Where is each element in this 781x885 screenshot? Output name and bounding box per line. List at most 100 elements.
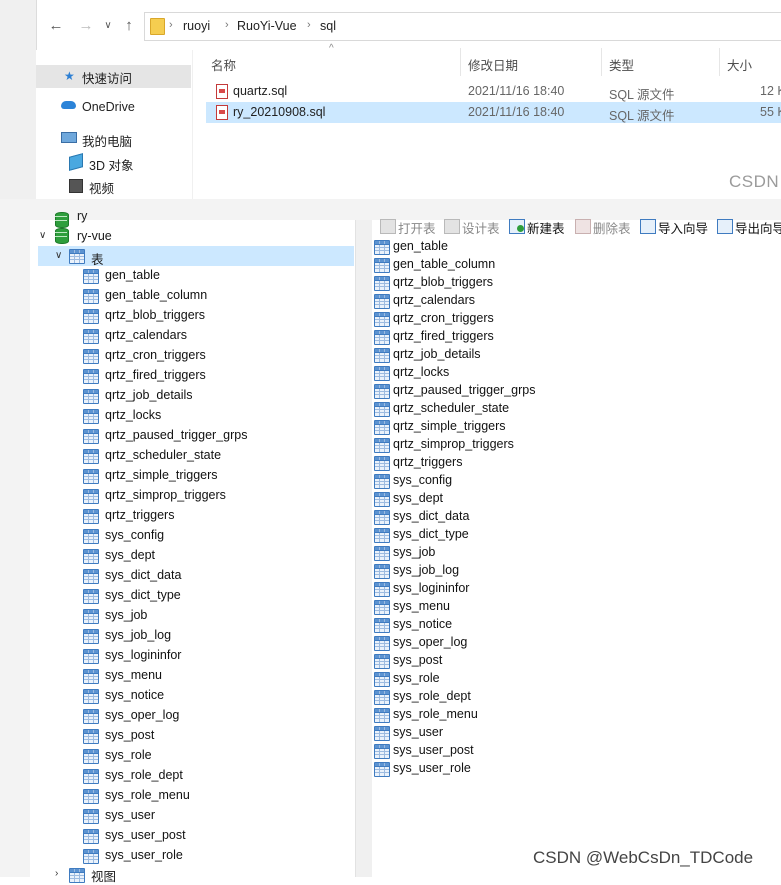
computer-icon bbox=[61, 132, 77, 143]
up-arrow-icon[interactable]: ↑ bbox=[120, 17, 138, 35]
tree-item-database-prev[interactable]: ry bbox=[77, 209, 87, 223]
tree-table-label: qrtz_paused_trigger_grps bbox=[105, 428, 248, 442]
object-table-label: qrtz_locks bbox=[393, 365, 450, 379]
tree-scrollbar[interactable] bbox=[355, 220, 373, 877]
csdn-watermark: CSDN @WebCsDn_TDCode bbox=[533, 848, 754, 867]
column-header-date[interactable]: 修改日期 bbox=[468, 55, 518, 74]
forward-arrow-icon[interactable]: → bbox=[77, 17, 95, 35]
tree-table-label: sys_job_log bbox=[105, 628, 172, 642]
table-icon bbox=[83, 809, 99, 824]
table-icon bbox=[374, 636, 390, 651]
nav-item-this-pc[interactable]: 我的电脑 bbox=[82, 131, 132, 150]
object-table-label: qrtz_calendars bbox=[393, 293, 475, 307]
tree-item-tables-label: 表 bbox=[91, 253, 104, 267]
tables-folder-icon bbox=[69, 249, 85, 264]
table-icon bbox=[83, 569, 99, 584]
column-header-name[interactable]: 名称 bbox=[211, 55, 236, 74]
csdn-watermark-top: CSDN bbox=[729, 172, 780, 191]
pane-divider[interactable] bbox=[192, 50, 193, 199]
video-icon bbox=[69, 179, 83, 193]
recent-dropdown-icon[interactable]: ∨ bbox=[99, 17, 117, 35]
column-separator[interactable] bbox=[601, 48, 602, 76]
table-icon bbox=[83, 669, 99, 684]
file-row[interactable]: quartz.sql 2021/11/16 18:40 SQL 源文件 12 K bbox=[206, 81, 781, 102]
table-icon bbox=[83, 309, 99, 324]
object-table-label: sys_notice bbox=[393, 617, 453, 631]
object-table-label: qrtz_cron_triggers bbox=[393, 311, 494, 325]
tree-table-label: sys_job bbox=[105, 608, 148, 622]
object-table-label: sys_post bbox=[393, 653, 443, 667]
tree-item-views[interactable]: 视图 bbox=[91, 866, 116, 885]
table-icon bbox=[374, 240, 390, 255]
chevron-down-icon[interactable]: ∨ bbox=[39, 230, 46, 241]
sort-ascending-icon: ^ bbox=[329, 43, 334, 54]
file-size: 55 K bbox=[760, 105, 781, 119]
tree-table-label: sys_role_dept bbox=[105, 768, 183, 782]
chevron-right-icon[interactable]: › bbox=[55, 868, 58, 879]
tree-table-label: gen_table bbox=[105, 268, 160, 282]
open-table-label: 打开表 bbox=[398, 222, 436, 236]
design-table-label: 设计表 bbox=[462, 222, 500, 236]
column-separator[interactable] bbox=[460, 48, 461, 76]
table-icon bbox=[374, 672, 390, 687]
nav-item-quick-access[interactable]: 快速访问 bbox=[82, 68, 132, 87]
nav-item-videos[interactable]: 视频 bbox=[89, 178, 114, 197]
object-table-label: qrtz_job_details bbox=[393, 347, 481, 361]
file-name: ry_20210908.sql bbox=[233, 105, 326, 119]
table-icon bbox=[83, 529, 99, 544]
column-separator[interactable] bbox=[719, 48, 720, 76]
sql-file-icon bbox=[216, 84, 228, 99]
chevron-right-icon: › bbox=[307, 19, 311, 31]
object-table-label: sys_menu bbox=[393, 599, 450, 613]
file-date: 2021/11/16 18:40 bbox=[468, 84, 565, 98]
table-icon bbox=[83, 729, 99, 744]
table-icon bbox=[374, 312, 390, 327]
object-table-label: qrtz_scheduler_state bbox=[393, 401, 510, 415]
nav-item-3d-objects[interactable]: 3D 对象 bbox=[89, 155, 133, 174]
tree-table-label: sys_menu bbox=[105, 668, 162, 682]
object-table-label: sys_dict_data bbox=[393, 509, 470, 523]
object-table-label: qrtz_simprop_triggers bbox=[393, 437, 514, 451]
chevron-down-icon[interactable]: ∨ bbox=[55, 250, 62, 261]
column-header-type[interactable]: 类型 bbox=[609, 55, 634, 74]
tree-item-database-ry-vue[interactable]: ry-vue bbox=[77, 229, 112, 243]
tree-table-label: sys_user_role bbox=[105, 848, 183, 862]
table-icon bbox=[83, 349, 99, 364]
object-table-label: qrtz_simple_triggers bbox=[393, 419, 506, 433]
table-icon bbox=[374, 492, 390, 507]
nav-item-onedrive[interactable]: OneDrive bbox=[82, 100, 135, 114]
file-date: 2021/11/16 18:40 bbox=[468, 105, 565, 119]
file-row-selected[interactable]: ry_20210908.sql 2021/11/16 18:40 SQL 源文件… bbox=[206, 102, 781, 123]
breadcrumb-ruoyi-vue[interactable]: RuoYi-Vue bbox=[237, 19, 297, 33]
breadcrumb-ruoyi[interactable]: ruoyi bbox=[183, 19, 210, 33]
explorer-left-edge bbox=[0, 0, 37, 199]
back-arrow-icon[interactable]: ← bbox=[47, 17, 65, 35]
tree-table-label: sys_role_menu bbox=[105, 788, 190, 802]
tree-table-label: sys_user_post bbox=[105, 828, 186, 842]
database-icon bbox=[55, 212, 69, 228]
delete-table-label: 删除表 bbox=[593, 222, 631, 236]
tree-item-tables-selected[interactable] bbox=[38, 246, 354, 266]
breadcrumb-sql[interactable]: sql bbox=[320, 19, 336, 33]
object-table-label: sys_role bbox=[393, 671, 440, 685]
database-icon bbox=[55, 228, 69, 244]
tree-table-label: sys_post bbox=[105, 728, 155, 742]
table-icon bbox=[374, 762, 390, 777]
tree-table-label: sys_config bbox=[105, 528, 165, 542]
chevron-right-icon: › bbox=[225, 19, 229, 31]
object-table-label: qrtz_triggers bbox=[393, 455, 463, 469]
folder-icon bbox=[150, 18, 165, 35]
table-icon bbox=[83, 689, 99, 704]
address-bar[interactable]: › ruoyi › RuoYi-Vue › sql bbox=[144, 12, 781, 41]
column-header-size[interactable]: 大小 bbox=[727, 55, 752, 74]
tree-table-label: qrtz_cron_triggers bbox=[105, 348, 206, 362]
tree-table-label: qrtz_blob_triggers bbox=[105, 308, 206, 322]
table-icon bbox=[374, 294, 390, 309]
export-wizard-label: 导出向导 bbox=[735, 222, 781, 236]
tree-table-label: qrtz_calendars bbox=[105, 328, 187, 342]
table-icon bbox=[374, 528, 390, 543]
object-table-label: sys_oper_log bbox=[393, 635, 468, 649]
table-icon bbox=[374, 438, 390, 453]
table-icon bbox=[374, 546, 390, 561]
table-icon bbox=[374, 420, 390, 435]
